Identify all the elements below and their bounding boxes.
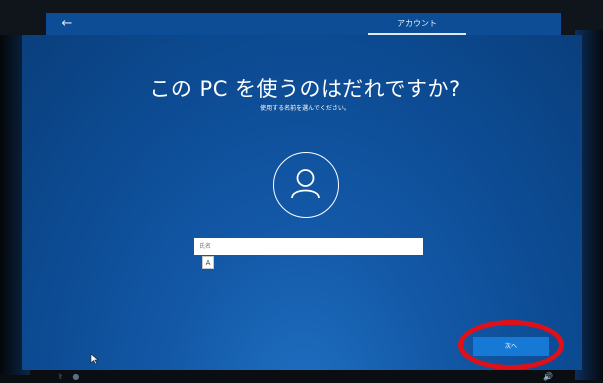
mouse-cursor-icon (90, 353, 99, 365)
tab-account[interactable]: アカウント (368, 13, 466, 35)
microphone-icon[interactable]: ● (72, 372, 89, 381)
volume-icon[interactable]: 🔊 (543, 372, 553, 381)
user-icon (273, 152, 339, 218)
ime-indicator: A (202, 256, 214, 269)
page-subtitle: 使用する名前を選んでください。 (260, 105, 350, 112)
setup-top-bar (46, 13, 561, 35)
name-input[interactable] (194, 238, 423, 255)
page-title: この PC を使うのはだれですか? (149, 77, 461, 101)
arrow-left-icon[interactable]: ← (58, 13, 76, 35)
highlight-annotation (458, 320, 564, 370)
ease-of-access-icon[interactable]: ⚕ (58, 372, 72, 381)
